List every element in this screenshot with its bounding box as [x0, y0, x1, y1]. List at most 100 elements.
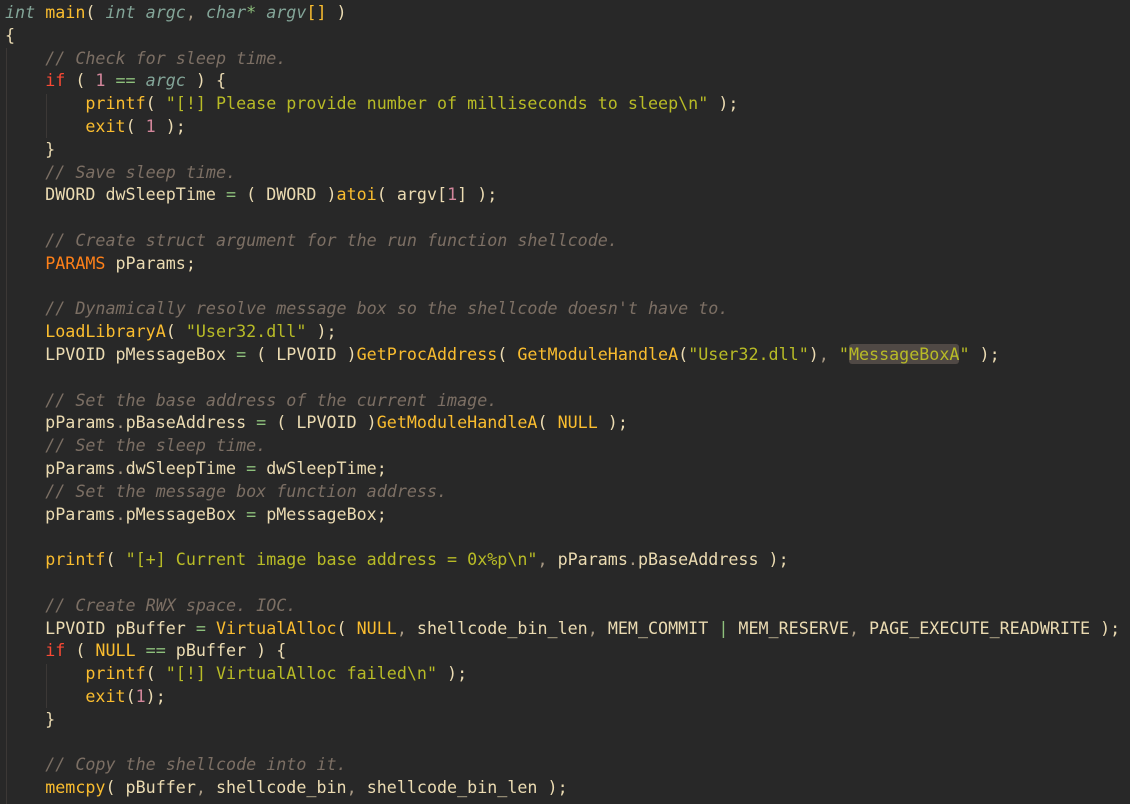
code-line[interactable]: if ( 1 == argc ) {	[5, 69, 1120, 92]
code-line[interactable]	[5, 366, 1120, 389]
code-line[interactable]: }	[5, 138, 1120, 161]
code-line[interactable]: // Dynamically resolve message box so th…	[5, 297, 1120, 320]
code-line[interactable]	[5, 571, 1120, 594]
code-line[interactable]: if ( NULL == pBuffer ) {	[5, 639, 1120, 662]
code-token: // Set the message box function address.	[45, 480, 448, 501]
code-token: ,	[537, 549, 558, 570]
code-line[interactable]: // Copy the shellcode into it.	[5, 753, 1120, 776]
code-token: exit	[85, 685, 126, 706]
code-line[interactable]	[5, 275, 1120, 298]
code-line[interactable]: // Create struct argument for the run fu…	[5, 229, 1120, 252]
code-line[interactable]: LPVOID pMessageBox = ( LPVOID )GetProcAd…	[5, 343, 1120, 366]
code-token: );	[306, 321, 337, 342]
code-token: (	[678, 343, 689, 364]
code-token: "[!] VirtualAlloc failed\n"	[165, 663, 438, 684]
code-line[interactable]: // Set the message box function address.	[5, 480, 1120, 503]
code-token: "	[959, 343, 970, 364]
code-line[interactable]: LoadLibraryA( "User32.dll" );	[5, 320, 1120, 343]
code-line[interactable]: printf( "[!] VirtualAlloc failed\n" );	[5, 662, 1120, 685]
code-token: pMessageBox;	[256, 503, 387, 524]
code-line[interactable]: }	[5, 708, 1120, 731]
code-token: shellcode_bin_len );	[366, 777, 568, 798]
code-token: |	[718, 617, 729, 638]
code-editor[interactable]: int main( int argc, char* argv[] ){ // C…	[5, 1, 1120, 799]
code-token: ( LPVOID )	[246, 343, 357, 364]
code-line[interactable]: pParams.pBaseAddress = ( LPVOID )GetModu…	[5, 411, 1120, 434]
code-line[interactable]: DWORD dwSleepTime = ( DWORD )atoi( argv[…	[5, 183, 1120, 206]
code-line[interactable]	[5, 731, 1120, 754]
code-token: =	[236, 343, 247, 364]
code-token: 1	[447, 184, 458, 205]
code-token: =	[256, 412, 267, 433]
code-token: ( pBuffer	[105, 777, 196, 798]
code-line[interactable]: printf( "[+] Current image base address …	[5, 548, 1120, 571]
code-token: ,	[587, 617, 608, 638]
code-token: )	[326, 2, 347, 22]
code-token: "	[838, 343, 849, 364]
code-token: {	[5, 24, 16, 45]
code-line[interactable]	[5, 525, 1120, 548]
code-line[interactable]: exit(1);	[5, 685, 1120, 708]
code-line[interactable]: // Set the sleep time.	[5, 434, 1120, 457]
code-token: NULL	[557, 412, 598, 433]
code-token: shellcode_bin	[215, 777, 347, 798]
code-line[interactable]: pParams.pMessageBox = pMessageBox;	[5, 503, 1120, 526]
code-line[interactable]: {	[5, 24, 1120, 47]
code-token: // Create struct argument for the run fu…	[45, 229, 618, 250]
code-token: []	[306, 2, 327, 22]
code-line[interactable]	[5, 206, 1120, 229]
code-token: 1	[135, 685, 146, 706]
code-token: // Create RWX space. IOC.	[45, 594, 297, 615]
code-token: // Dynamically resolve message box so th…	[45, 298, 729, 319]
code-token: argc	[145, 70, 186, 91]
code-token: dwSleepTime;	[256, 457, 387, 478]
code-token: ( DWORD )	[236, 184, 337, 205]
code-token: shellcode_bin_len	[416, 617, 588, 638]
code-line[interactable]: printf( "[!] Please provide number of mi…	[5, 92, 1120, 115]
code-line[interactable]: // Save sleep time.	[5, 161, 1120, 184]
code-token: DWORD dwSleepTime	[5, 184, 227, 205]
code-token: ,	[396, 617, 417, 638]
code-token: "User32.dll"	[185, 321, 307, 342]
code-token: ] );	[457, 184, 498, 205]
code-token: ,	[818, 343, 839, 364]
code-line[interactable]: pParams.dwSleepTime = dwSleepTime;	[5, 457, 1120, 480]
code-token: PAGE_EXECUTE_READWRITE );	[869, 617, 1121, 638]
code-token: LoadLibraryA	[45, 321, 166, 342]
code-token: =	[246, 457, 257, 478]
code-token: GetModuleHandleA	[517, 343, 679, 364]
code-token: MEM_COMMIT	[607, 617, 719, 638]
code-token: (	[125, 685, 136, 706]
code-token: pBuffer ) {	[165, 640, 287, 661]
code-line[interactable]: // Set the base address of the current i…	[5, 389, 1120, 412]
code-token: dwSleepTime	[125, 457, 247, 478]
code-line[interactable]: // Create RWX space. IOC.	[5, 594, 1120, 617]
code-line[interactable]: int main( int argc, char* argv[] )	[5, 1, 1120, 24]
code-line[interactable]: LPVOID pBuffer = VirtualAlloc( NULL, she…	[5, 617, 1120, 640]
code-line[interactable]: PARAMS pParams;	[5, 252, 1120, 275]
code-token: LPVOID pBuffer	[5, 617, 196, 638]
code-line[interactable]: exit( 1 );	[5, 115, 1120, 138]
code-token: printf	[85, 663, 146, 684]
code-line[interactable]: // Check for sleep time.	[5, 47, 1120, 70]
code-token: (	[537, 412, 558, 433]
code-token: (	[65, 640, 96, 661]
code-token: memcpy	[45, 777, 106, 798]
code-token: "[+] Current image base address = 0x%p\n…	[125, 549, 538, 570]
code-line[interactable]: memcpy( pBuffer, shellcode_bin, shellcod…	[5, 776, 1120, 799]
